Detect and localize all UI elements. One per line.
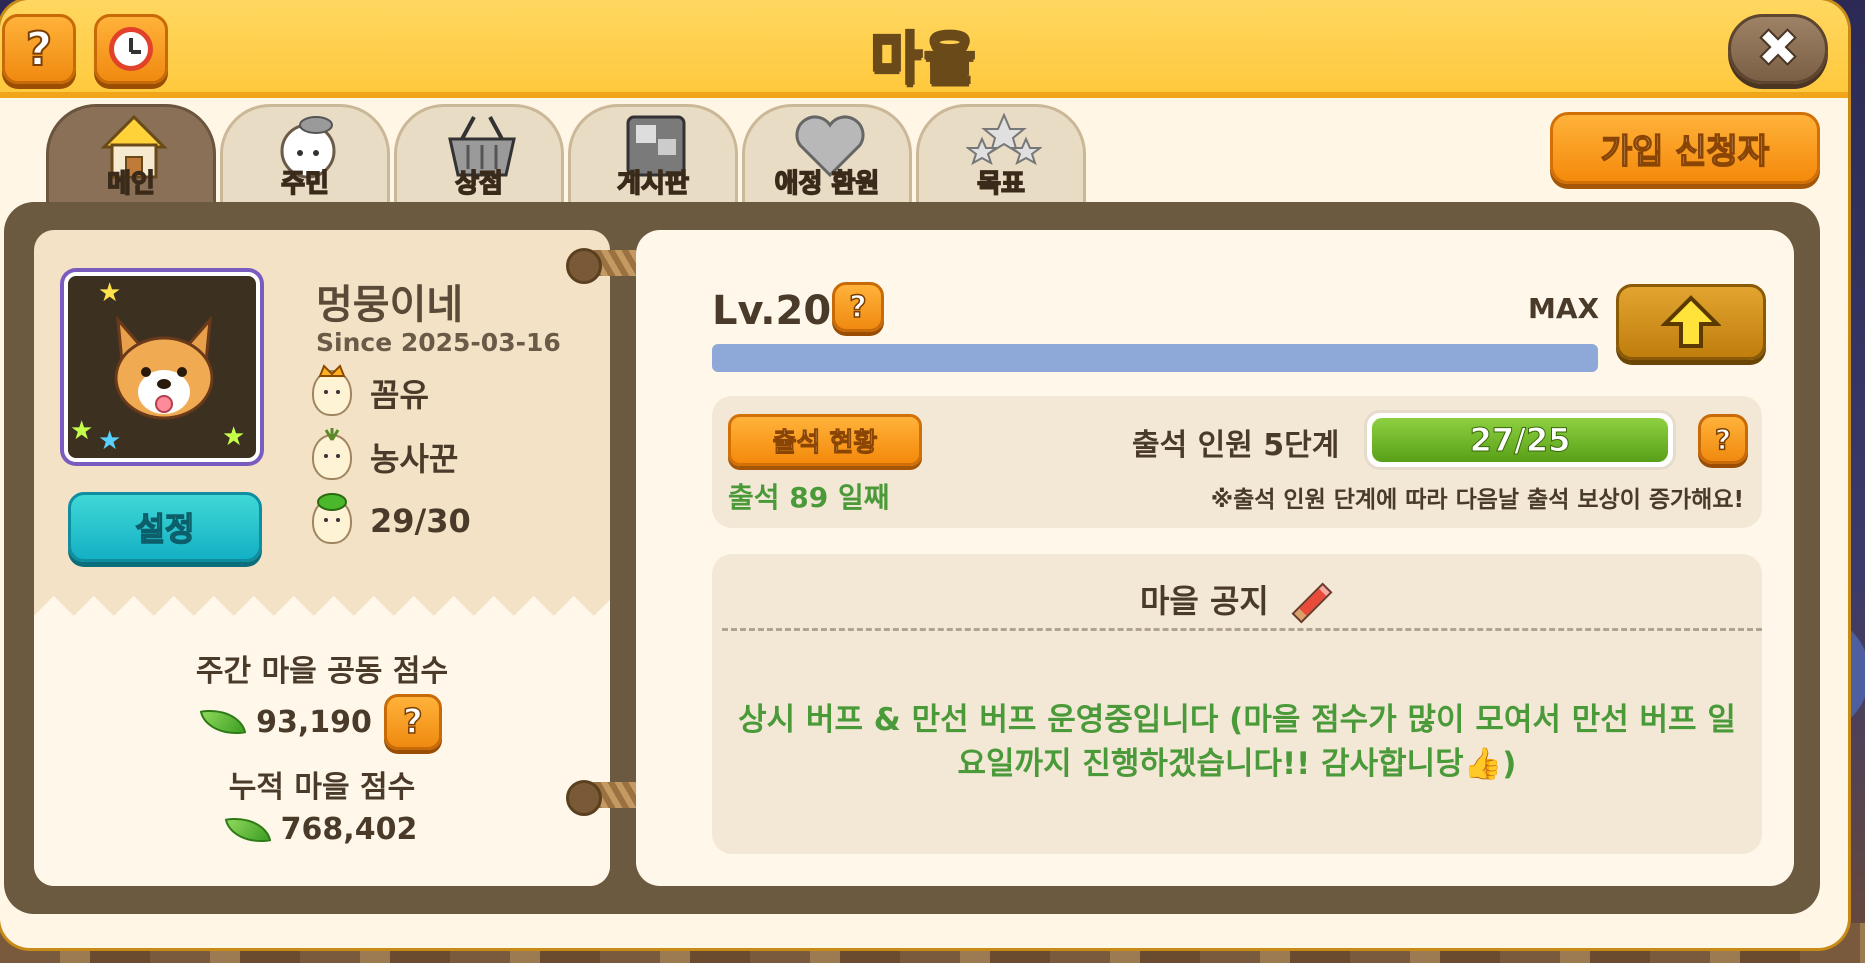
content-frame: ★ ★ ★ ★ 멍뭉이네 Since 2025-03-16 꼼유 농사꾼 29/… <box>4 202 1820 914</box>
village-info-panel: Lv.20 ? MAX 출석 현황 출석 89 일째 출석 인원 5단계 27/… <box>636 230 1794 886</box>
tab-main[interactable]: 메인 <box>46 104 216 204</box>
level-help-button[interactable]: ? <box>832 282 884 332</box>
tab-label: 게시판 <box>616 168 689 200</box>
village-level: Lv.20 <box>712 288 832 334</box>
member-count: 29/30 <box>370 502 471 540</box>
village-window: 마을 ? ✖ 메인 주민 상점 게시판 애정 환원 목표 가입 신청자 ★ ★ … <box>0 0 1848 948</box>
total-score-value: 768,402 <box>280 812 418 847</box>
village-name: 멍뭉이네 <box>316 282 464 328</box>
notice-title-row[interactable]: 마을 공지 <box>712 576 1762 624</box>
tab-affection-return[interactable]: 애정 환원 <box>742 104 912 204</box>
village-profile-panel: ★ ★ ★ ★ 멍뭉이네 Since 2025-03-16 꼼유 농사꾼 29/… <box>34 230 610 886</box>
attendance-stage-label: 출석 인원 5단계 <box>1132 428 1340 463</box>
tab-goals[interactable]: 목표 <box>916 104 1086 204</box>
weekly-score-value: 93,190 <box>256 704 372 740</box>
total-score-row: 768,402 <box>34 811 610 848</box>
tab-shop[interactable]: 상점 <box>394 104 564 204</box>
sub-leader-name: 농사꾼 <box>370 440 459 478</box>
notice-divider <box>722 628 1762 631</box>
members-row: 29/30 <box>312 493 471 544</box>
leaf-avatar-icon <box>312 428 352 480</box>
alarm-clock-icon <box>109 27 153 71</box>
title-bar: 마을 <box>0 0 1848 98</box>
zigzag-divider <box>34 596 610 620</box>
level-up-button[interactable] <box>1616 284 1766 360</box>
help-button[interactable]: ? <box>2 14 76 84</box>
alarm-button[interactable] <box>94 14 168 84</box>
attendance-note: ※출석 인원 단계에 따라 다음날 출석 보상이 증가해요! <box>1210 487 1744 513</box>
weekly-score-row: 93,190 ? <box>34 694 610 750</box>
notice-text: 상시 버프 & 만선 버프 운영중입니다 (마을 점수가 많이 모여서 만선 버… <box>738 702 1736 782</box>
level-progress-bar <box>712 344 1598 372</box>
attendance-progress-text: 27/25 <box>1372 418 1668 462</box>
window-title: 마을 <box>869 26 978 94</box>
tab-residents[interactable]: 주민 <box>220 104 390 204</box>
leaf-icon <box>199 703 247 741</box>
weekly-score-title: 주간 마을 공동 점수 <box>195 654 449 689</box>
score-help-button[interactable]: ? <box>383 694 442 750</box>
tab-label: 주민 <box>280 168 329 200</box>
village-emblem[interactable]: ★ ★ ★ ★ <box>64 272 260 462</box>
total-score-title: 누적 마을 점수 <box>228 770 416 805</box>
tab-label: 상점 <box>454 168 503 200</box>
tab-label: 애정 환원 <box>774 168 880 200</box>
star-icon: ★ <box>98 426 122 456</box>
score-section: 주간 마을 공동 점수 93,190 ? 누적 마을 점수 768,402 <box>34 596 610 886</box>
sub-leader-row: 농사꾼 <box>312 428 459 480</box>
crown-avatar-icon <box>312 364 352 416</box>
star-icon: ★ <box>70 416 94 446</box>
village-since-date: Since 2025-03-16 <box>316 328 561 357</box>
star-icon: ★ <box>222 422 246 452</box>
tab-board[interactable]: 게시판 <box>568 104 738 204</box>
applicants-button[interactable]: 가입 신청자 <box>1550 112 1820 184</box>
leaf-icon <box>224 811 271 848</box>
corgi-icon <box>114 316 214 420</box>
settings-button[interactable]: 설정 <box>68 492 262 562</box>
leader-row: 꼼유 <box>312 364 429 416</box>
attendance-section: 출석 현황 출석 89 일째 출석 인원 5단계 27/25 ? ※출석 인원 … <box>712 396 1762 528</box>
close-button[interactable]: ✖ <box>1728 14 1828 84</box>
up-arrow-icon <box>1661 295 1721 348</box>
tab-label: 목표 <box>976 168 1025 200</box>
attendance-progress-bar: 27/25 <box>1364 410 1676 470</box>
level-max-label: MAX <box>1528 292 1600 325</box>
attendance-help-button[interactable]: ? <box>1698 414 1748 464</box>
sprout-avatar-icon <box>312 493 352 544</box>
star-icon: ★ <box>98 278 122 308</box>
attendance-days: 출석 89 일째 <box>728 481 890 514</box>
tab-bar: 메인 주민 상점 게시판 애정 환원 목표 <box>46 104 1086 204</box>
notice-title: 마을 공지 <box>1139 582 1269 620</box>
attendance-status-button[interactable]: 출석 현황 <box>728 414 922 466</box>
tab-label: 메인 <box>106 168 155 200</box>
notice-section: 마을 공지 상시 버프 & 만선 버프 운영중입니다 (마을 점수가 많이 모여… <box>712 554 1762 854</box>
pencil-icon[interactable] <box>1291 582 1333 624</box>
leader-name: 꼼유 <box>370 376 429 414</box>
